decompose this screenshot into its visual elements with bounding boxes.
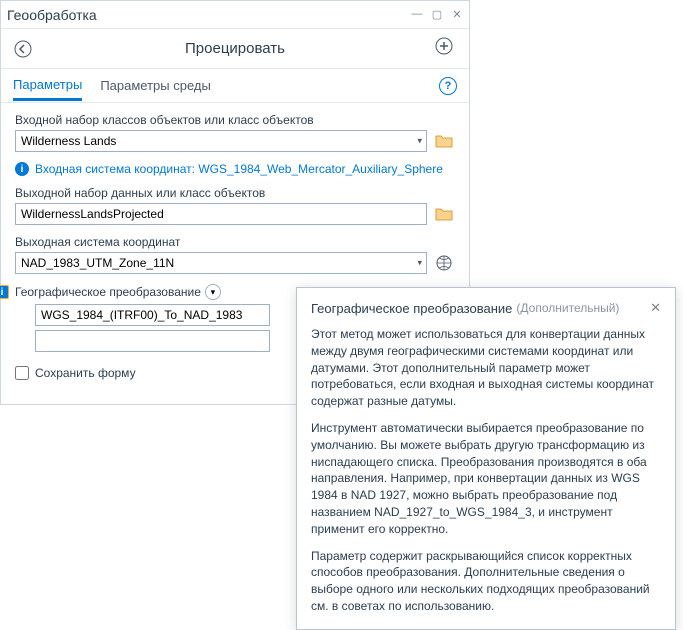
folder-icon — [435, 134, 453, 148]
browse-output-fc-button[interactable] — [433, 204, 455, 224]
output-fc-label: Выходной набор данных или класс объектов — [15, 186, 455, 200]
output-fc-input[interactable]: WildernessLandsProjected — [15, 203, 427, 225]
plus-icon — [435, 37, 453, 55]
tooltip-close-button[interactable]: ✕ — [650, 300, 661, 316]
geotrans-value: WGS_1984_(ITRF00)_To_NAD_1983 — [41, 308, 242, 322]
close-icon[interactable]: ✕ — [451, 8, 463, 21]
preserve-shape-label: Сохранить форму — [35, 366, 136, 380]
input-fc-dropdown[interactable]: Wilderness Lands ▾ — [15, 130, 427, 152]
panel-title: Геообработка — [7, 7, 411, 23]
window-controls: — ▢ ✕ — [411, 8, 463, 21]
geotrans-tooltip: Географическое преобразование (Дополните… — [296, 287, 676, 630]
output-cs-value: NAD_1983_UTM_Zone_11N — [21, 256, 174, 270]
toolbar: Проецировать — [1, 29, 469, 69]
help-button[interactable]: ? — [439, 77, 457, 95]
geotrans-input-2[interactable] — [35, 330, 270, 352]
maximize-icon[interactable]: ▢ — [431, 8, 443, 21]
minimize-icon[interactable]: — — [411, 8, 423, 21]
field-output-cs: Выходная система координат NAD_1983_UTM_… — [15, 235, 455, 274]
field-input-featureclass: Входной набор классов объектов или класс… — [15, 113, 455, 152]
tooltip-title: Географическое преобразование — [311, 301, 512, 316]
add-button[interactable] — [435, 37, 459, 61]
input-fc-value: Wilderness Lands — [21, 134, 116, 148]
info-badge-icon[interactable]: i — [0, 285, 9, 299]
tooltip-para-2: Инструмент автоматически выбирается прео… — [311, 420, 661, 538]
input-cs-info-line: i Входная система координат: WGS_1984_We… — [15, 162, 455, 176]
output-cs-label: Выходная система координат — [15, 235, 455, 249]
tooltip-subtitle: (Дополнительный) — [516, 301, 619, 315]
field-output-featureclass: Выходной набор данных или класс объектов… — [15, 186, 455, 225]
chevron-down-icon: ▾ — [211, 287, 216, 298]
input-fc-label: Входной набор классов объектов или класс… — [15, 113, 455, 127]
preserve-shape-checkbox[interactable] — [15, 366, 29, 380]
folder-icon — [435, 207, 453, 221]
geotrans-input-1[interactable]: WGS_1984_(ITRF00)_To_NAD_1983 — [35, 304, 270, 326]
tabs: Параметры Параметры среды ? — [1, 69, 469, 103]
tooltip-para-3: Параметр содержит раскрывающийся список … — [311, 548, 661, 615]
titlebar: Геообработка — ▢ ✕ — [1, 1, 469, 29]
output-cs-dropdown[interactable]: NAD_1983_UTM_Zone_11N ▾ — [15, 252, 427, 274]
tab-environment[interactable]: Параметры среды — [100, 72, 211, 99]
back-arrow-icon — [14, 40, 32, 58]
geotrans-label: Географическое преобразование — [15, 285, 201, 299]
input-cs-info-text: Входная система координат: WGS_1984_Web_… — [35, 162, 443, 176]
output-fc-value: WildernessLandsProjected — [21, 207, 164, 221]
tab-parameters[interactable]: Параметры — [13, 71, 82, 101]
tooltip-para-1: Этот метод может использоваться для конв… — [311, 326, 661, 410]
select-cs-button[interactable] — [433, 253, 455, 273]
back-button[interactable] — [11, 37, 35, 61]
globe-icon — [436, 255, 452, 271]
expand-geotrans-button[interactable]: ▾ — [205, 284, 221, 300]
browse-input-fc-button[interactable] — [433, 131, 455, 151]
chevron-down-icon: ▾ — [417, 136, 422, 147]
info-icon: i — [15, 162, 29, 176]
chevron-down-icon: ▾ — [417, 258, 422, 269]
tool-title: Проецировать — [35, 40, 435, 57]
